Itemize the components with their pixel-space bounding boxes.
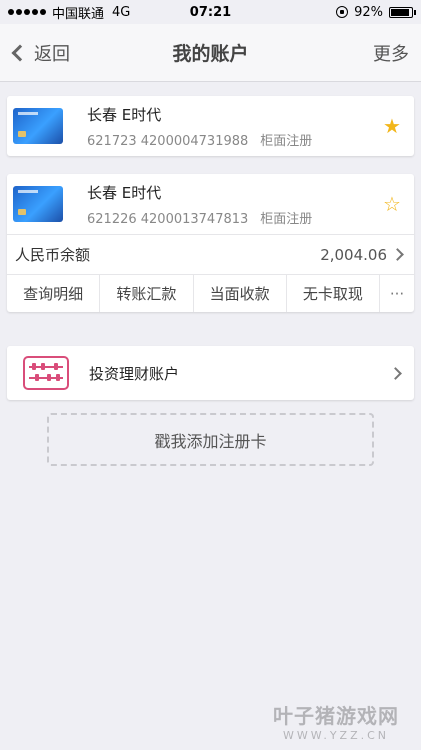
bank-card-image [13, 186, 63, 222]
more-button[interactable]: 更多 [373, 40, 421, 66]
receive-payment-button[interactable]: 当面收款 [194, 275, 287, 312]
query-details-button[interactable]: 查询明细 [7, 275, 101, 312]
card-name: 长春 E时代 [87, 183, 162, 202]
balance-row[interactable]: 人民币余额 2,004.06 [7, 234, 414, 274]
chevron-left-icon [11, 44, 29, 61]
chevron-right-icon [391, 248, 404, 261]
carrier-name: 中国联通 [52, 6, 105, 22]
invest-account-label: 投资理财账户 [89, 364, 180, 383]
card-registration: 柜面注册 [260, 133, 313, 149]
watermark-sub: WWW.YZZ.CN [282, 729, 390, 742]
rotation-lock-icon [336, 6, 349, 18]
card-number: 621226 4200013747813 [87, 211, 249, 227]
abacus-icon [23, 356, 69, 390]
star-outline-icon[interactable]: ☆ [380, 192, 404, 216]
balance-value: 2,004.06 [320, 245, 387, 264]
account-card-1[interactable]: 长春 E时代 621723 4200004731988 柜面注册 ★ [7, 96, 414, 156]
back-button[interactable]: 返回 [0, 40, 70, 66]
watermark-main: 叶子猪游戏网 [273, 704, 399, 728]
transfer-button[interactable]: 转账汇款 [100, 275, 194, 312]
balance-label: 人民币余额 [15, 246, 91, 264]
card-header[interactable]: 长春 E时代 621226 4200013747813 柜面注册 ☆ [7, 174, 414, 234]
add-registered-card-button[interactable]: 戳我添加注册卡 [47, 413, 374, 466]
card-number: 621723 4200004731988 [87, 133, 249, 149]
card-name: 长春 E时代 [87, 105, 162, 124]
chevron-right-icon [389, 366, 402, 380]
battery-percent: 92% [354, 4, 383, 20]
status-bar: 中国联通 4G 07:21 92% [0, 0, 421, 24]
star-filled-icon[interactable]: ★ [380, 114, 404, 138]
account-card-2: 长春 E时代 621226 4200013747813 柜面注册 ☆ 人民币余额 … [7, 174, 414, 312]
battery-icon [389, 6, 416, 18]
card-registration: 柜面注册 [260, 211, 313, 227]
network-type: 4G [112, 4, 131, 20]
card-actions: 查询明细 转账汇款 当面收款 无卡取现 ··· [7, 274, 414, 312]
more-actions-button[interactable]: ··· [380, 275, 414, 312]
signal-icon [8, 9, 46, 15]
bank-card-image [13, 108, 63, 144]
cardless-withdrawal-button[interactable]: 无卡取现 [287, 275, 380, 312]
back-label: 返回 [34, 43, 70, 65]
invest-account-row[interactable]: 投资理财账户 [7, 346, 414, 400]
watermark: 叶子猪游戏网 WWW.YZZ.CN [273, 700, 399, 742]
nav-bar: 返回 我的账户 更多 [0, 24, 421, 82]
